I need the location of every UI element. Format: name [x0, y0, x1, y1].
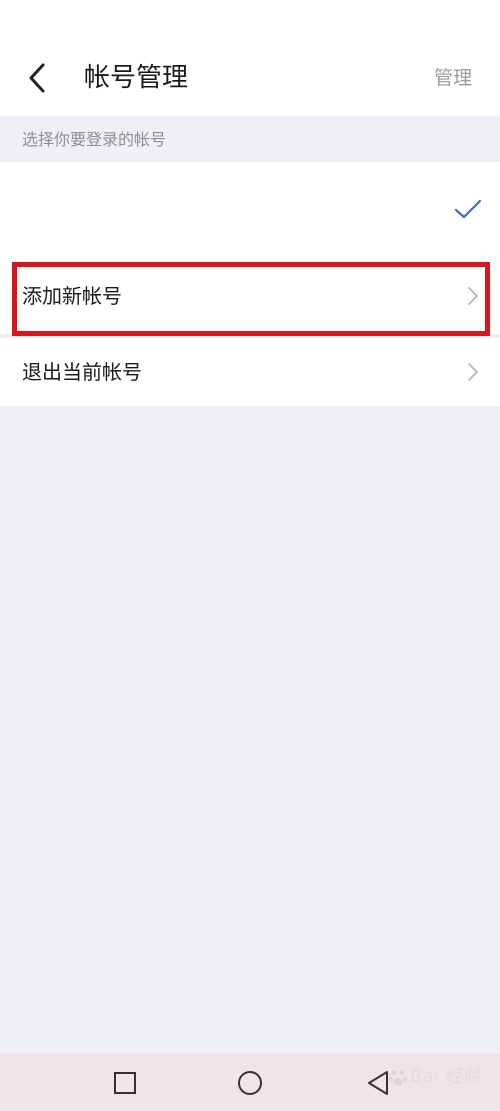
add-account-label: 添加新帐号	[22, 284, 122, 308]
chevron-right-icon	[468, 287, 478, 305]
section-header: 选择你要登录的帐号	[0, 116, 500, 162]
home-icon[interactable]	[237, 1070, 263, 1096]
current-account-row[interactable]	[0, 162, 500, 258]
section-hint-text: 选择你要登录的帐号	[22, 130, 167, 149]
add-account-row[interactable]: 添加新帐号	[0, 258, 500, 334]
checkmark-icon	[454, 199, 482, 219]
watermark-text: Bai 经验	[410, 1066, 481, 1087]
chevron-left-icon	[29, 63, 45, 93]
recent-apps-icon[interactable]	[112, 1070, 138, 1096]
manage-button[interactable]: 管理	[434, 64, 472, 92]
account-list: 添加新帐号 退出当前帐号	[0, 162, 500, 406]
logout-account-row[interactable]: 退出当前帐号	[0, 338, 500, 406]
top-app-bar: 帐号管理 管理	[0, 0, 500, 116]
chevron-right-icon	[468, 363, 478, 381]
paw-icon	[388, 1070, 408, 1086]
logout-label: 退出当前帐号	[22, 360, 142, 384]
watermark-logo: Bai 经验	[388, 1060, 488, 1096]
page-title: 帐号管理	[84, 63, 189, 93]
back-button[interactable]	[22, 60, 52, 96]
